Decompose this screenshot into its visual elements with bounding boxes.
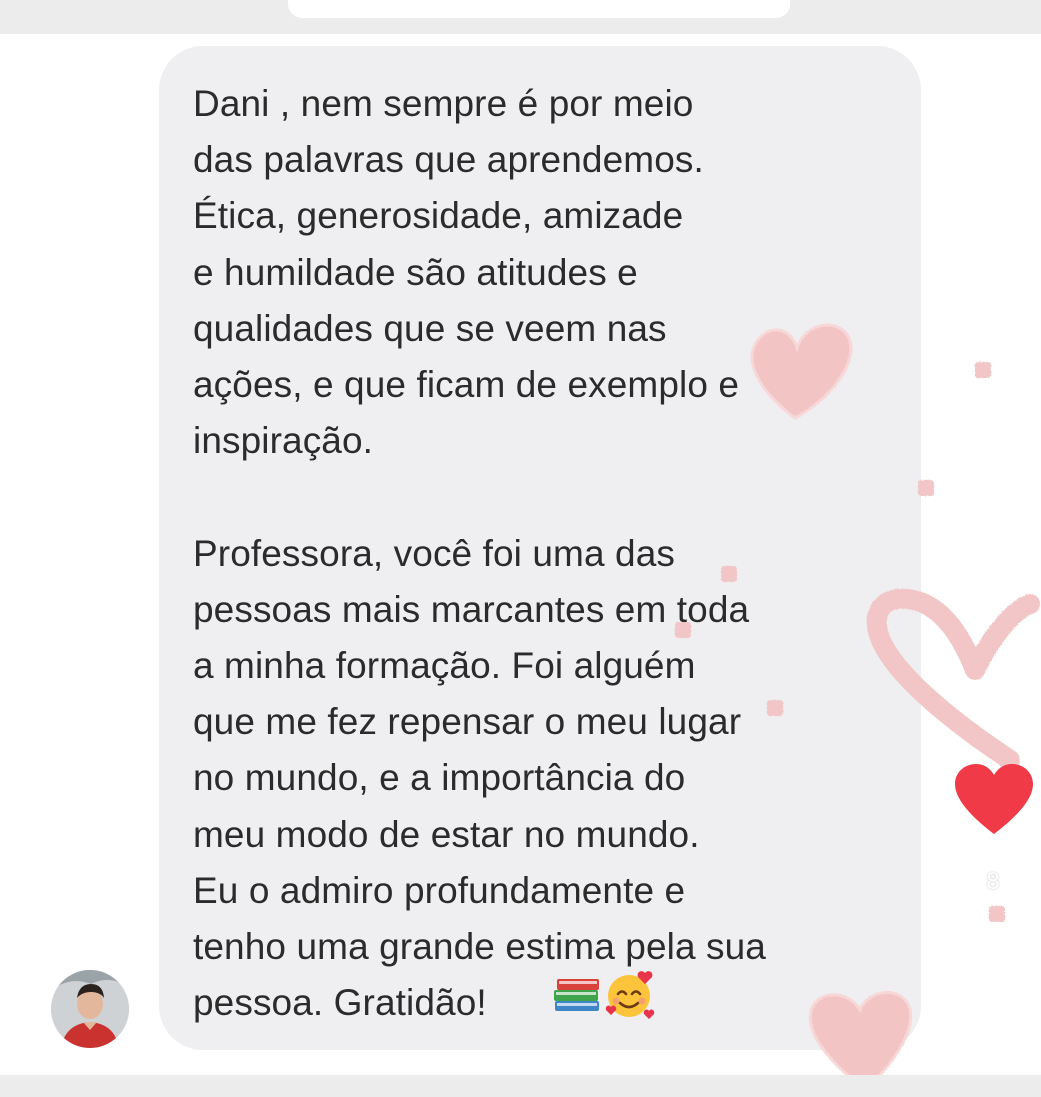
top-bar bbox=[0, 0, 1041, 34]
comment-bubble-icon[interactable] bbox=[953, 952, 1037, 1036]
smiling-face-with-hearts-emoji bbox=[605, 971, 655, 1019]
message-text: Dani , nem sempre é por meio das palavra… bbox=[193, 83, 766, 1024]
sticker-dot bbox=[975, 362, 991, 378]
top-input-pill[interactable] bbox=[288, 0, 790, 18]
like-count: 8 bbox=[986, 868, 1000, 895]
sender-avatar[interactable] bbox=[51, 970, 129, 1048]
avatar-photo bbox=[51, 970, 129, 1048]
sticker-dot bbox=[989, 906, 1005, 922]
heart-icon[interactable] bbox=[955, 764, 1033, 836]
books-emoji bbox=[554, 979, 599, 1011]
bottom-bar bbox=[0, 1075, 1041, 1097]
